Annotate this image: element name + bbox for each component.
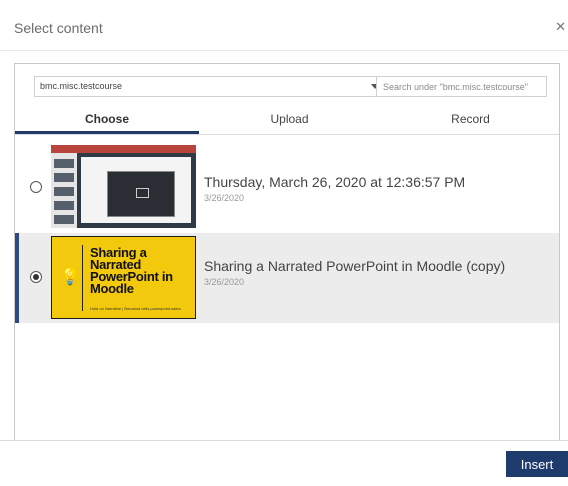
tab-bar: Choose Upload Record <box>15 107 559 135</box>
media-item-selected[interactable]: 💡 Sharing a Narrated PowerPoint in Moodl… <box>15 233 559 323</box>
tab-record[interactable]: Record <box>380 107 561 134</box>
media-item-date: 3/26/2020 <box>204 277 245 287</box>
powerpoint-title-slide-thumbnail: 💡 Sharing a Narrated PowerPoint in Moodl… <box>51 236 196 319</box>
footer-divider <box>0 440 568 441</box>
insert-button[interactable]: Insert <box>506 451 568 477</box>
lightbulb-icon: 💡 <box>60 269 80 286</box>
media-item-radio[interactable] <box>30 181 42 193</box>
media-item-radio-checked[interactable] <box>30 271 42 283</box>
screen-recording-thumbnail <box>51 145 196 228</box>
media-item-date: 3/26/2020 <box>204 193 245 203</box>
media-item[interactable]: Thursday, March 26, 2020 at 12:36:57 PM … <box>15 143 559 233</box>
media-item-title: Thursday, March 26, 2020 at 12:36:57 PM <box>204 174 466 190</box>
tab-choose[interactable]: Choose <box>15 107 199 134</box>
tab-upload[interactable]: Upload <box>199 107 380 134</box>
media-item-title: Sharing a Narrated PowerPoint in Moodle … <box>204 258 506 274</box>
content-frame: bmc.misc.testcourse Choose Upload Record… <box>14 63 560 440</box>
course-select-value: bmc.misc.testcourse <box>40 81 123 91</box>
search-input[interactable] <box>376 76 547 97</box>
close-icon[interactable]: ✕ <box>555 19 566 35</box>
title-divider <box>0 50 568 51</box>
dialog-title: Select content <box>14 20 103 36</box>
course-select[interactable]: bmc.misc.testcourse <box>34 76 386 97</box>
thumbnail-slide-title: Sharing a Narrated PowerPoint in Moodle <box>90 245 173 296</box>
